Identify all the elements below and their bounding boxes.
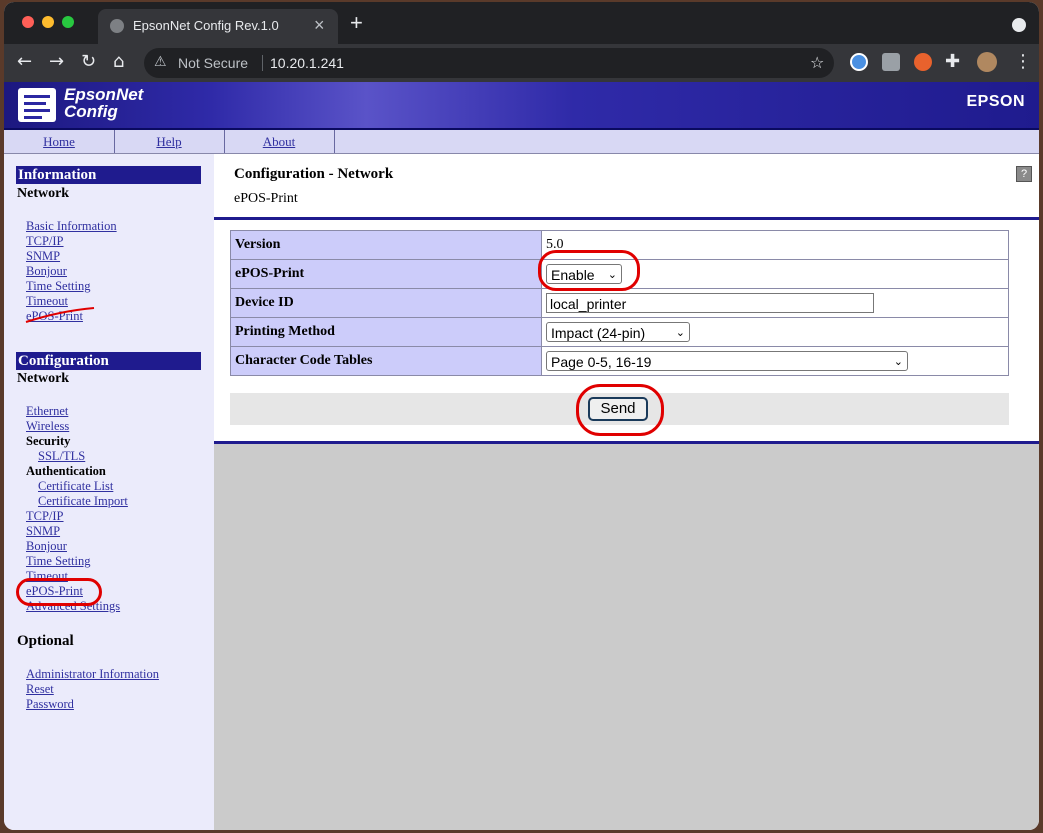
password-manager-icon[interactable] [850, 53, 868, 71]
link-info-tcpip[interactable]: TCP/IP [26, 234, 64, 249]
epson-banner: EpsonNet Config EPSON [4, 82, 1039, 130]
camera-icon[interactable] [882, 53, 900, 71]
puzzle-icon[interactable]: ✚ [945, 52, 960, 72]
browser-window: EpsonNet Config Rev.1.0 × + ← → ↻ ⌂ ⚠ No… [4, 2, 1039, 830]
chevron-down-icon: ⌄ [675, 326, 685, 339]
character-code-tables-label: Character Code Tables [230, 346, 542, 376]
help-question-icon[interactable]: ? [1016, 166, 1032, 182]
annotation-circle-enable [538, 250, 640, 291]
configuration-network-subheading: Network [17, 371, 70, 386]
link-password[interactable]: Password [26, 697, 74, 712]
warning-triangle-icon: ⚠ [154, 54, 167, 70]
nav-about-link[interactable]: About [224, 134, 334, 150]
globe-icon [110, 19, 124, 33]
link-certificate-import[interactable]: Certificate Import [38, 494, 128, 509]
link-basic-information[interactable]: Basic Information [26, 219, 117, 234]
information-heading: Information [16, 166, 201, 184]
new-tab-icon[interactable]: + [350, 12, 363, 34]
back-arrow-icon[interactable]: ← [17, 52, 32, 72]
bookmark-star-icon[interactable]: ☆ [810, 53, 824, 72]
epsonnet-logo-icon [18, 88, 56, 122]
top-nav: Home Help About [4, 130, 1039, 154]
annotation-circle-sidebar [16, 578, 102, 606]
information-network-subheading: Network [17, 186, 70, 201]
forward-arrow-icon[interactable]: → [49, 52, 64, 72]
configuration-heading: Configuration [16, 352, 201, 370]
nav-divider [334, 130, 335, 153]
printing-method-label: Printing Method [230, 317, 542, 347]
printing-method-selected-value: Impact (24-pin) [551, 324, 646, 341]
strike-through-mark [25, 307, 95, 323]
version-label: Version [230, 230, 542, 260]
link-config-snmp[interactable]: SNMP [26, 524, 60, 539]
link-ethernet[interactable]: Ethernet [26, 404, 68, 419]
avatar[interactable] [977, 52, 997, 72]
link-config-time-setting[interactable]: Time Setting [26, 554, 90, 569]
home-icon[interactable]: ⌂ [113, 52, 124, 72]
reload-icon[interactable]: ↻ [81, 52, 96, 72]
optional-heading: Optional [17, 633, 74, 649]
device-id-input[interactable]: local_printer [546, 292, 874, 313]
minimize-window-button[interactable] [42, 16, 54, 28]
page-subtitle: ePOS-Print [234, 191, 298, 206]
character-code-tables-cell: Page 0-5, 16-19 ⌄ [541, 346, 1009, 376]
authentication-label: Authentication [26, 464, 106, 478]
printing-method-select[interactable]: Impact (24-pin) ⌄ [546, 321, 690, 342]
table-row: Printing Method Impact (24-pin) ⌄ [230, 317, 1009, 347]
close-window-button[interactable] [22, 16, 34, 28]
chevron-down-icon: ⌄ [893, 355, 903, 368]
link-reset[interactable]: Reset [26, 682, 54, 697]
browser-tab[interactable]: EpsonNet Config Rev.1.0 × [98, 9, 338, 44]
brand-name: EPSON [966, 93, 1025, 110]
main-content: Configuration - Network ePOS-Print ? Ver… [214, 154, 1039, 830]
link-config-tcpip[interactable]: TCP/IP [26, 509, 64, 524]
logo-text-line2: Config [64, 102, 118, 121]
device-id-label: Device ID [230, 288, 542, 318]
tab-strip: EpsonNet Config Rev.1.0 × + [4, 2, 1039, 44]
tab-search-icon[interactable] [1012, 18, 1026, 32]
zoom-window-button[interactable] [62, 16, 74, 28]
link-info-time-setting[interactable]: Time Setting [26, 279, 90, 294]
link-info-snmp[interactable]: SNMP [26, 249, 60, 264]
nav-home-link[interactable]: Home [4, 134, 114, 150]
device-id-cell: local_printer [541, 288, 1009, 318]
link-administrator-information[interactable]: Administrator Information [26, 667, 159, 682]
link-config-bonjour[interactable]: Bonjour [26, 539, 67, 554]
browser-toolbar: ← → ↻ ⌂ ⚠ Not Secure 10.20.1.241 ☆ ✚ ⋮ [4, 44, 1039, 82]
link-ssl-tls[interactable]: SSL/TLS [38, 449, 85, 464]
table-row: Device ID local_printer [230, 288, 1009, 318]
link-wireless[interactable]: Wireless [26, 419, 69, 434]
page-title: Configuration - Network [234, 166, 394, 182]
url-text: 10.20.1.241 [270, 55, 344, 71]
character-code-tables-select[interactable]: Page 0-5, 16-19 ⌄ [546, 350, 908, 371]
menu-kebab-icon[interactable]: ⋮ [1014, 52, 1032, 72]
divider [214, 441, 1039, 444]
printing-method-cell: Impact (24-pin) ⌄ [541, 317, 1009, 347]
divider [214, 217, 1039, 220]
link-certificate-list[interactable]: Certificate List [38, 479, 113, 494]
table-row: Character Code Tables Page 0-5, 16-19 ⌄ [230, 346, 1009, 376]
character-code-tables-selected-value: Page 0-5, 16-19 [551, 353, 652, 370]
security-label: Not Secure [178, 55, 249, 71]
security-label: Security [26, 434, 71, 448]
config-panel: Configuration - Network ePOS-Print ? Ver… [214, 154, 1039, 444]
epos-print-label: ePOS-Print [230, 259, 542, 289]
close-tab-icon[interactable]: × [314, 15, 325, 36]
annotation-circle-send [576, 384, 664, 436]
address-bar[interactable]: ⚠ Not Secure 10.20.1.241 ☆ [144, 48, 834, 78]
divider [262, 55, 263, 71]
extension-orange-icon[interactable] [914, 53, 932, 71]
link-info-bonjour[interactable]: Bonjour [26, 264, 67, 279]
nav-help-link[interactable]: Help [114, 134, 224, 150]
sidebar: Information Network Basic Information TC… [4, 154, 214, 830]
tab-title: EpsonNet Config Rev.1.0 [133, 18, 279, 33]
